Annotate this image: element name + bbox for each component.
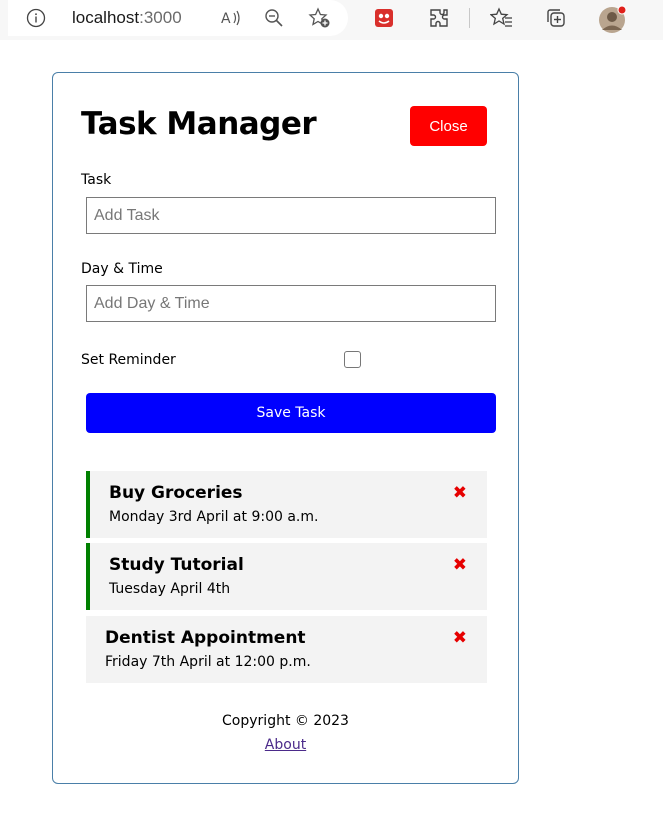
save-task-button[interactable]: Save Task	[86, 393, 496, 433]
read-aloud-icon[interactable]: A	[220, 8, 242, 28]
day-time-label: Day & Time	[81, 261, 163, 277]
favorites-icon[interactable]	[490, 7, 514, 29]
extension-app-icon[interactable]	[374, 8, 394, 28]
task-item[interactable]: Study Tutorial Tuesday April 4th ✖	[86, 543, 487, 610]
delete-task-icon[interactable]: ✖	[453, 628, 467, 648]
profile-avatar-icon[interactable]	[598, 5, 628, 35]
about-link[interactable]: About	[265, 737, 306, 753]
task-input[interactable]	[86, 197, 496, 234]
url-text[interactable]: localhost:3000	[72, 8, 182, 28]
task-day: Tuesday April 4th	[109, 581, 231, 597]
delete-task-icon[interactable]: ✖	[453, 555, 467, 575]
info-icon[interactable]	[26, 8, 46, 28]
task-label: Task	[81, 172, 112, 188]
address-bar[interactable]: localhost:3000 A	[8, 0, 348, 36]
delete-task-icon[interactable]: ✖	[453, 483, 467, 503]
collections-icon[interactable]	[545, 7, 567, 29]
task-day: Monday 3rd April at 9:00 a.m.	[109, 509, 319, 525]
page-title: Task Manager	[81, 106, 317, 142]
task-item[interactable]: Buy Groceries Monday 3rd April at 9:00 a…	[86, 471, 487, 538]
task-day: Friday 7th April at 12:00 p.m.	[105, 654, 311, 670]
zoom-out-icon[interactable]	[264, 8, 284, 28]
reminder-checkbox[interactable]	[344, 351, 361, 368]
extensions-icon[interactable]	[428, 7, 450, 29]
task-title: Dentist Appointment	[105, 628, 306, 648]
task-title: Buy Groceries	[109, 483, 243, 503]
browser-toolbar: localhost:3000 A	[0, 0, 663, 40]
day-time-input[interactable]	[86, 285, 496, 322]
task-item[interactable]: Dentist Appointment Friday 7th April at …	[86, 616, 487, 683]
add-favorite-icon[interactable]	[308, 7, 332, 29]
reminder-label: Set Reminder	[81, 352, 176, 368]
close-button[interactable]: Close	[410, 106, 487, 146]
task-title: Study Tutorial	[109, 555, 244, 575]
about-link-wrapper: About	[52, 737, 519, 753]
svg-text:A: A	[221, 11, 231, 27]
copyright-text: Copyright © 2023	[222, 713, 349, 729]
toolbar-divider	[469, 8, 470, 28]
